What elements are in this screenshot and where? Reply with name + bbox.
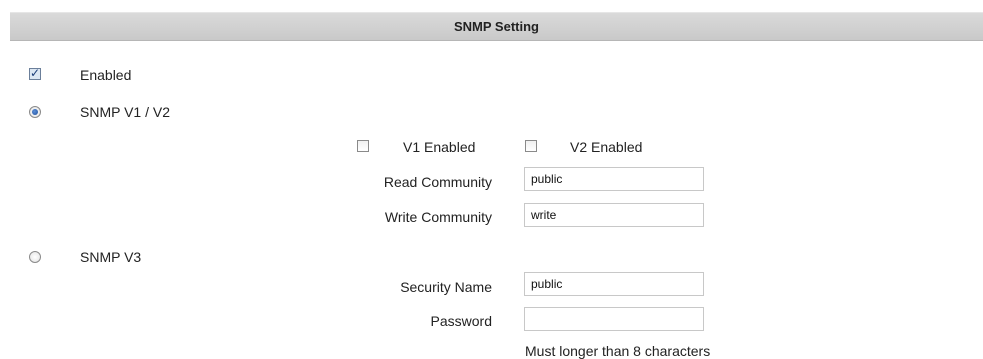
snmp-v1v2-label: SNMP V1 / V2	[80, 104, 171, 120]
v1-enabled-checkbox[interactable]	[357, 140, 369, 152]
v1-enabled-label: V1 Enabled	[403, 139, 476, 155]
password-label: Password	[430, 313, 492, 329]
v2-enabled-checkbox[interactable]	[525, 140, 537, 152]
security-name-label: Security Name	[400, 279, 492, 295]
password-input[interactable]	[524, 307, 704, 331]
read-community-label: Read Community	[383, 174, 492, 190]
snmp-v1v2-radio[interactable]	[29, 106, 41, 118]
read-community-input[interactable]	[524, 167, 704, 191]
section-header: SNMP Setting	[10, 12, 983, 41]
enabled-checkbox[interactable]	[29, 66, 41, 80]
snmp-v3-label: SNMP V3	[80, 249, 142, 265]
password-hint: Must longer than 8 characters	[525, 343, 711, 359]
write-community-input[interactable]	[524, 203, 704, 227]
section-title: SNMP Setting	[454, 19, 539, 34]
v2-enabled-label: V2 Enabled	[570, 139, 643, 155]
write-community-label: Write Community	[384, 209, 492, 225]
security-name-input[interactable]	[524, 272, 704, 296]
snmp-v3-radio[interactable]	[29, 251, 41, 263]
enabled-label: Enabled	[80, 67, 132, 83]
